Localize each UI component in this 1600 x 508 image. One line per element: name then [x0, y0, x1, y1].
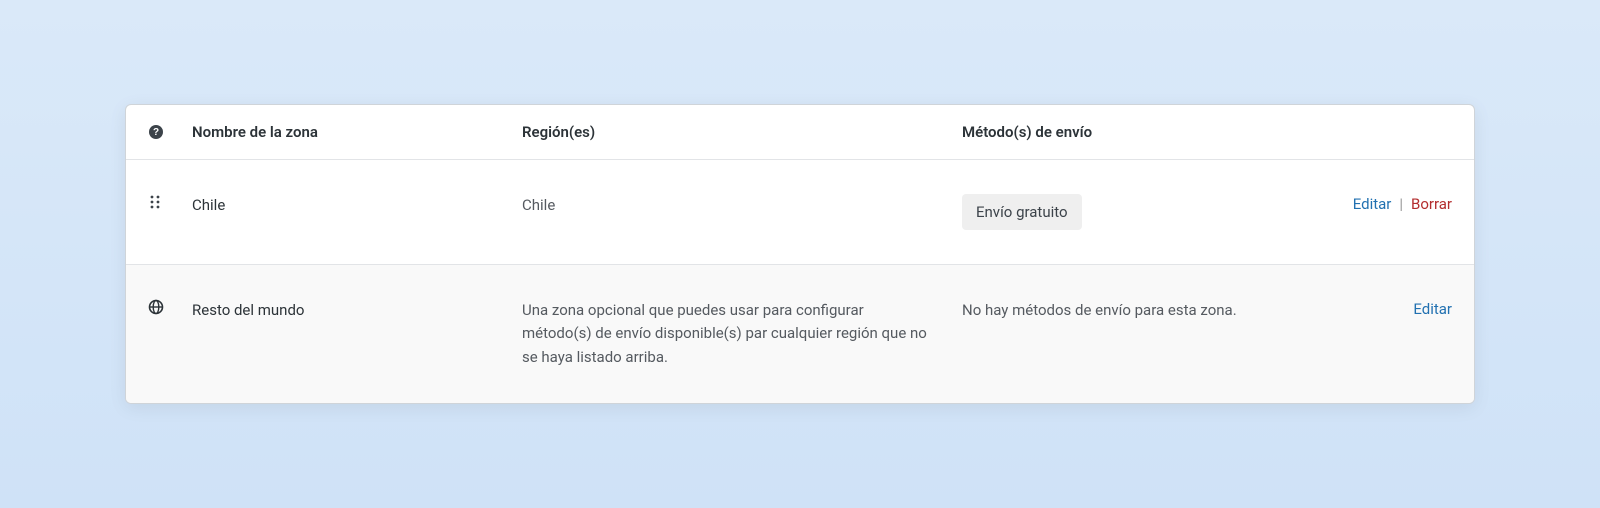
header-region: Región(es): [522, 123, 962, 141]
zone-method: No hay métodos de envío para esta zona.: [962, 299, 1413, 322]
svg-text:?: ?: [153, 127, 159, 138]
method-chip: Envío gratuito: [962, 194, 1082, 230]
globe-icon: [148, 299, 192, 315]
table-row: Chile Chile Envío gratuito Editar | Borr…: [126, 160, 1474, 265]
drag-handle-icon[interactable]: [148, 194, 192, 210]
help-icon[interactable]: ?: [148, 124, 192, 140]
row-actions: Editar | Borrar: [1353, 194, 1452, 213]
row-actions: Editar: [1413, 299, 1452, 318]
table-header: ? Nombre de la zona Región(es) Método(s)…: [126, 105, 1474, 160]
zone-name: Resto del mundo: [192, 299, 522, 322]
action-separator: |: [1399, 195, 1403, 213]
delete-link[interactable]: Borrar: [1411, 195, 1452, 213]
edit-link[interactable]: Editar: [1353, 195, 1392, 213]
zone-method: Envío gratuito: [962, 194, 1353, 230]
zone-region: Una zona opcional que puedes usar para c…: [522, 299, 962, 369]
header-method: Método(s) de envío: [962, 123, 1452, 141]
edit-link[interactable]: Editar: [1413, 300, 1452, 318]
shipping-zones-panel: ? Nombre de la zona Región(es) Método(s)…: [125, 104, 1475, 404]
zone-region: Chile: [522, 194, 962, 217]
zone-name: Chile: [192, 194, 522, 217]
table-row: Resto del mundo Una zona opcional que pu…: [126, 265, 1474, 403]
header-name: Nombre de la zona: [192, 123, 522, 141]
